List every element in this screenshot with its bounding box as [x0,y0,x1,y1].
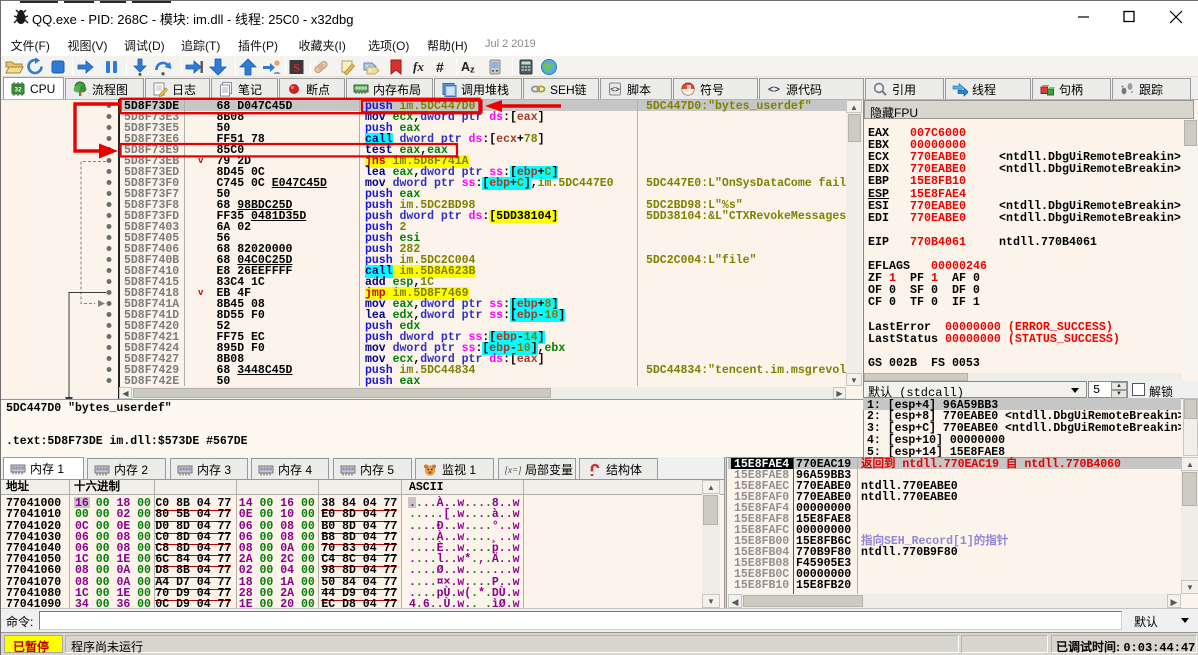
svg-text:<>: <> [610,85,620,94]
svg-text:<>: <> [768,85,780,96]
svg-text:#: # [436,59,444,75]
svg-text:S: S [293,61,300,75]
svg-text:z: z [470,65,475,76]
svg-text:32: 32 [14,86,22,93]
svg-text:A: A [461,60,470,74]
svg-text:fx: fx [413,59,424,74]
svg-text:[x=]: [x=] [505,465,521,475]
